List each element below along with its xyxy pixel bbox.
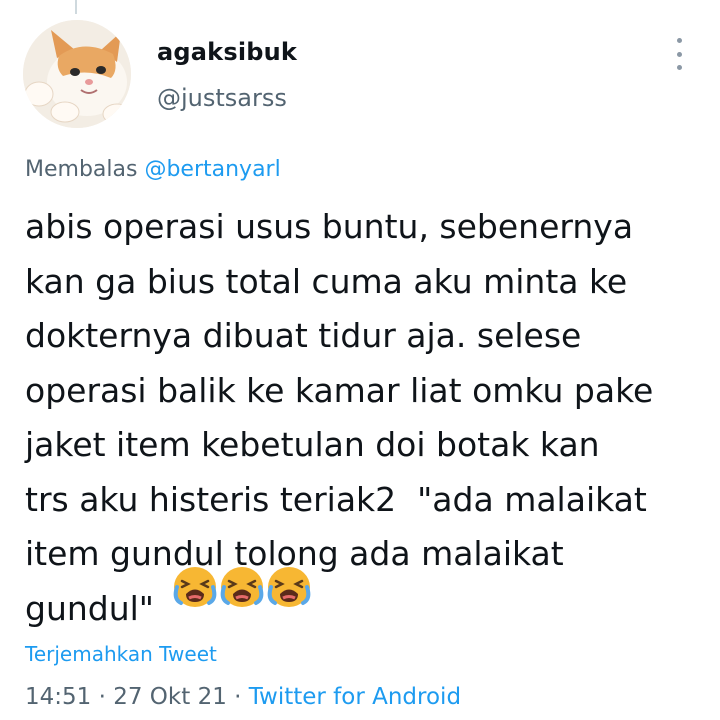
reply-prefix: Membalas	[25, 157, 138, 182]
tweet-time[interactable]: 14:51	[25, 684, 91, 710]
crying-face-emoji	[173, 567, 217, 607]
user-handle[interactable]: @justsarss	[157, 84, 287, 112]
translate-tweet-link[interactable]: Terjemahkan Tweet	[25, 642, 217, 666]
thread-connector-line	[75, 0, 77, 14]
tweet-text: abis operasi usus buntu, sebenernya kan …	[25, 207, 654, 628]
reply-context: Membalas @bertanyarl	[25, 157, 281, 182]
meta-separator: ·	[234, 684, 242, 710]
emoji-group	[173, 565, 311, 613]
cat-avatar-image	[23, 20, 131, 128]
tweet-date[interactable]: 27 Okt 21	[113, 684, 227, 710]
crying-face-emoji	[267, 567, 311, 607]
display-name[interactable]: agaksibuk	[157, 38, 297, 66]
avatar[interactable]	[23, 20, 131, 128]
more-vertical-icon[interactable]	[668, 38, 690, 70]
tweet-metadata: 14:51 · 27 Okt 21 · Twitter for Android	[25, 684, 461, 710]
meta-separator: ·	[98, 684, 106, 710]
crying-face-emoji	[220, 567, 264, 607]
reply-mention-link[interactable]: @bertanyarl	[144, 157, 280, 182]
tweet-source-link[interactable]: Twitter for Android	[249, 684, 461, 710]
